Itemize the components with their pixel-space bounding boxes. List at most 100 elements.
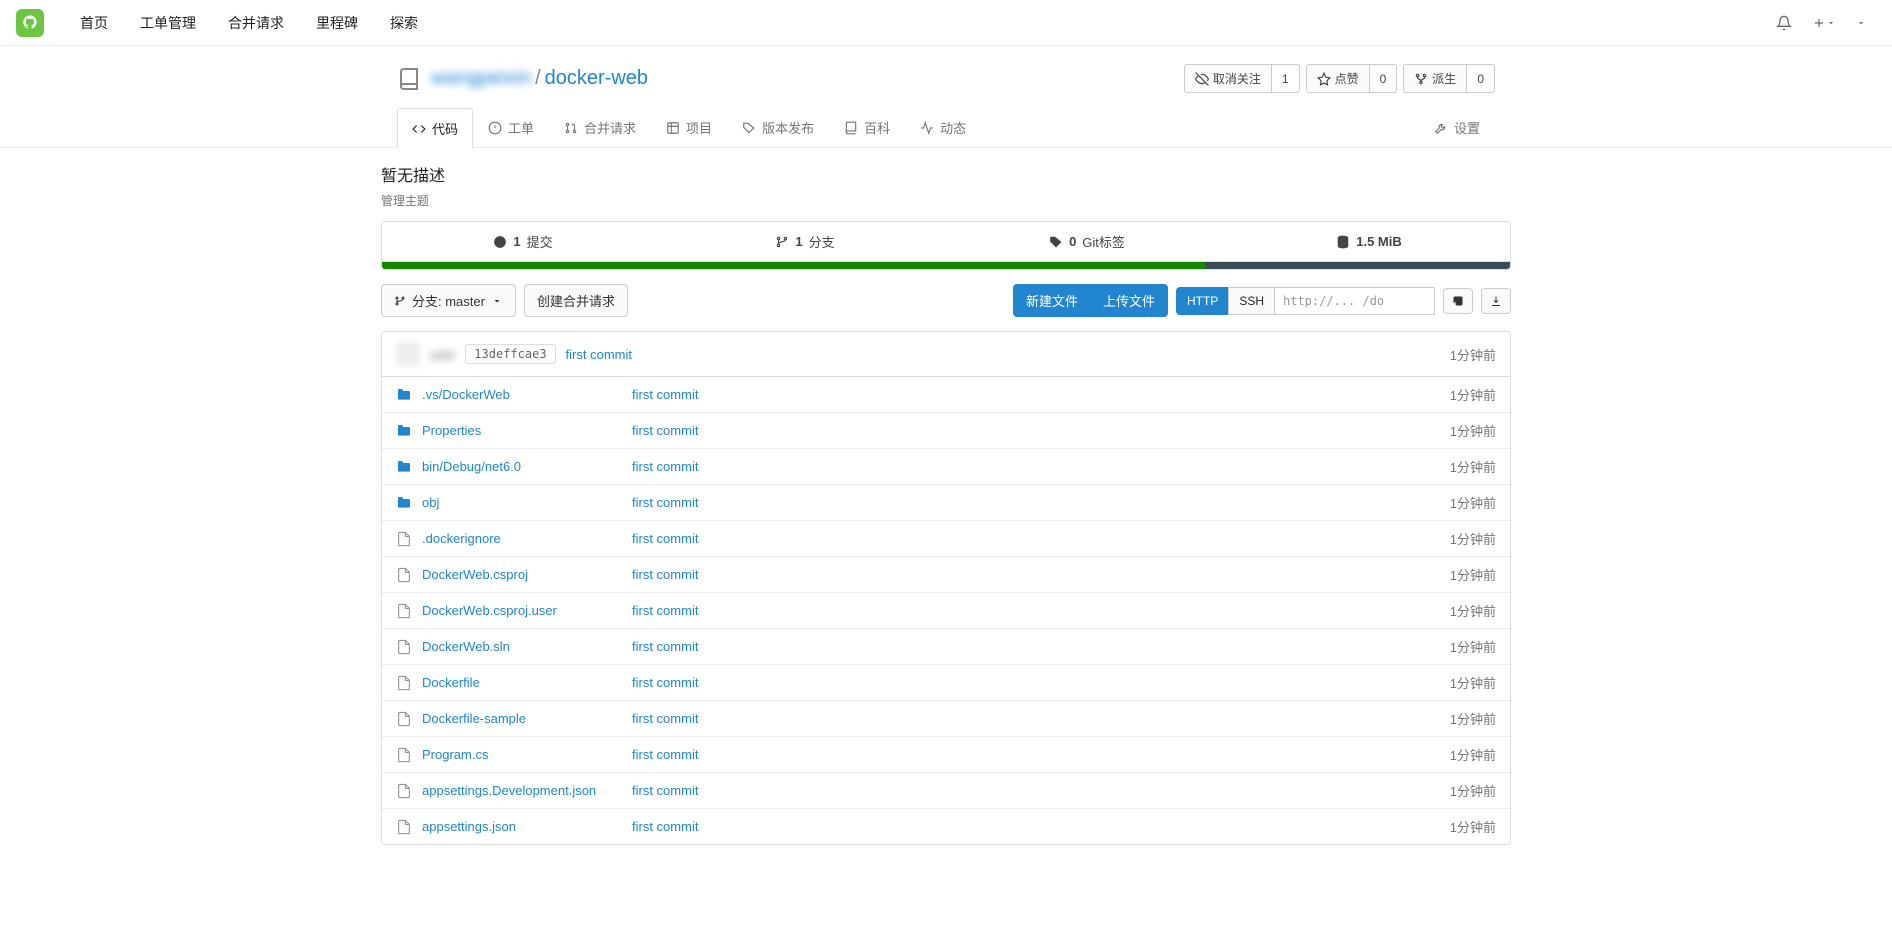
project-icon — [666, 121, 680, 135]
download-icon — [1490, 295, 1502, 307]
file-commit-link[interactable]: first commit — [632, 567, 1450, 582]
star-icon — [1317, 72, 1331, 86]
manage-topics-link[interactable]: 管理主题 — [381, 192, 429, 209]
file-row: appsettings.json first commit 1分钟前 — [382, 808, 1510, 844]
commit-author-avatar[interactable] — [396, 342, 420, 366]
file-name-link[interactable]: DockerWeb.sln — [422, 639, 632, 654]
file-row: Properties first commit 1分钟前 — [382, 412, 1510, 448]
file-row: Program.cs first commit 1分钟前 — [382, 736, 1510, 772]
file-icon — [396, 711, 412, 727]
file-commit-link[interactable]: first commit — [632, 819, 1450, 834]
tab-issue[interactable]: 工单 — [473, 107, 549, 147]
repo-action-0-count[interactable]: 1 — [1272, 67, 1299, 91]
file-name-link[interactable]: Program.cs — [422, 747, 632, 762]
file-name-link[interactable]: Dockerfile — [422, 675, 632, 690]
new-pr-button[interactable]: 创建合并请求 — [524, 284, 628, 317]
plus-icon — [1812, 16, 1826, 30]
file-commit-link[interactable]: first commit — [632, 711, 1450, 726]
user-menu[interactable] — [1846, 10, 1876, 36]
file-commit-link[interactable]: first commit — [632, 747, 1450, 762]
file-commit-link[interactable]: first commit — [632, 387, 1450, 402]
branch-dropdown[interactable]: 分支: master — [381, 284, 516, 317]
chevron-down-icon — [1826, 18, 1836, 28]
nav-home[interactable]: 首页 — [64, 13, 124, 33]
repo-action-2-button[interactable]: 派生 — [1404, 65, 1467, 92]
file-commit-link[interactable]: first commit — [632, 603, 1450, 618]
file-row: DockerWeb.csproj first commit 1分钟前 — [382, 556, 1510, 592]
gitea-icon — [21, 14, 39, 32]
notifications-button[interactable] — [1766, 7, 1802, 39]
nav-pulls[interactable]: 合并请求 — [212, 13, 300, 33]
top-navbar: 首页 工单管理 合并请求 里程碑 探索 — [0, 0, 1892, 46]
file-row: DockerWeb.sln first commit 1分钟前 — [382, 628, 1510, 664]
nav-milestones[interactable]: 里程碑 — [300, 13, 374, 33]
tab-activity[interactable]: 动态 — [905, 107, 981, 147]
stat-commits[interactable]: 1提交 — [382, 222, 664, 261]
tab-book[interactable]: 百科 — [829, 107, 905, 147]
tab-git-pr[interactable]: 合并请求 — [549, 107, 651, 147]
upload-file-button[interactable]: 上传文件 — [1090, 284, 1168, 317]
stat-tags[interactable]: 0Git标签 — [946, 222, 1228, 261]
file-commit-link[interactable]: first commit — [632, 423, 1450, 438]
file-commit-link[interactable]: first commit — [632, 531, 1450, 546]
nav-explore[interactable]: 探索 — [374, 13, 434, 33]
git-pr-icon — [564, 121, 578, 135]
file-row: DockerWeb.csproj.user first commit 1分钟前 — [382, 592, 1510, 628]
lang-docker — [1205, 262, 1510, 269]
file-name-link[interactable]: DockerWeb.csproj — [422, 567, 632, 582]
clone-http-tab[interactable]: HTTP — [1176, 287, 1228, 315]
tag-icon — [742, 121, 756, 135]
stat-branches[interactable]: 1分支 — [664, 222, 946, 261]
repo-action-0: 取消关注 1 — [1184, 64, 1300, 93]
repo-owner-link[interactable]: wangpeixin — [431, 67, 531, 90]
file-commit-link[interactable]: first commit — [632, 459, 1450, 474]
commit-sha[interactable]: 13deffcae3 — [465, 344, 555, 364]
repo-name-link[interactable]: docker-web — [545, 67, 648, 90]
file-name-link[interactable]: Properties — [422, 423, 632, 438]
repo-action-2-count[interactable]: 0 — [1467, 67, 1494, 91]
chevron-down-icon — [1856, 18, 1866, 28]
folder-icon — [396, 387, 412, 403]
file-name-link[interactable]: appsettings.Development.json — [422, 783, 632, 798]
repo-action-1-count[interactable]: 0 — [1370, 67, 1397, 91]
file-name-link[interactable]: Dockerfile-sample — [422, 711, 632, 726]
clone-url-input[interactable] — [1275, 287, 1435, 315]
file-commit-link[interactable]: first commit — [632, 639, 1450, 654]
file-time: 1分钟前 — [1450, 493, 1496, 512]
repo-action-0-button[interactable]: 取消关注 — [1185, 65, 1272, 92]
file-time: 1分钟前 — [1450, 673, 1496, 692]
file-commit-link[interactable]: first commit — [632, 675, 1450, 690]
commit-author-name[interactable]: user — [430, 347, 455, 362]
tab-project[interactable]: 项目 — [651, 107, 727, 147]
file-time: 1分钟前 — [1450, 781, 1496, 800]
file-name-link[interactable]: .vs/DockerWeb — [422, 387, 632, 402]
file-name-link[interactable]: obj — [422, 495, 632, 510]
stat-size[interactable]: 1.5 MiB — [1228, 222, 1510, 261]
file-commit-link[interactable]: first commit — [632, 783, 1450, 798]
folder-icon — [396, 423, 412, 439]
nav-issues[interactable]: 工单管理 — [124, 13, 212, 33]
repo-stats-bar: 1提交 1分支 0Git标签 1.5 MiB — [381, 221, 1511, 262]
new-file-button[interactable]: 新建文件 — [1013, 284, 1090, 317]
file-commit-link[interactable]: first commit — [632, 495, 1450, 510]
repo-action-1-button[interactable]: 点赞 — [1307, 65, 1370, 92]
repo-toolbar: 分支: master 创建合并请求 新建文件 上传文件 HTTP SSH — [381, 284, 1511, 317]
download-button[interactable] — [1481, 288, 1511, 314]
tab-settings[interactable]: 设置 — [1419, 107, 1495, 147]
create-menu[interactable] — [1802, 8, 1846, 38]
file-time: 1分钟前 — [1450, 817, 1496, 836]
clone-ssh-tab[interactable]: SSH — [1228, 287, 1275, 315]
site-logo[interactable] — [16, 9, 44, 37]
file-icon — [396, 567, 412, 583]
file-name-link[interactable]: bin/Debug/net6.0 — [422, 459, 632, 474]
file-name-link[interactable]: .dockerignore — [422, 531, 632, 546]
tab-code[interactable]: 代码 — [397, 108, 473, 148]
tab-tag[interactable]: 版本发布 — [727, 107, 829, 147]
file-name-link[interactable]: DockerWeb.csproj.user — [422, 603, 632, 618]
fork-icon — [1414, 72, 1428, 86]
copy-url-button[interactable] — [1443, 288, 1473, 314]
file-name-link[interactable]: appsettings.json — [422, 819, 632, 834]
commit-message-link[interactable]: first commit — [566, 347, 632, 362]
file-row: bin/Debug/net6.0 first commit 1分钟前 — [382, 448, 1510, 484]
repo-action-2: 派生 0 — [1403, 64, 1495, 93]
